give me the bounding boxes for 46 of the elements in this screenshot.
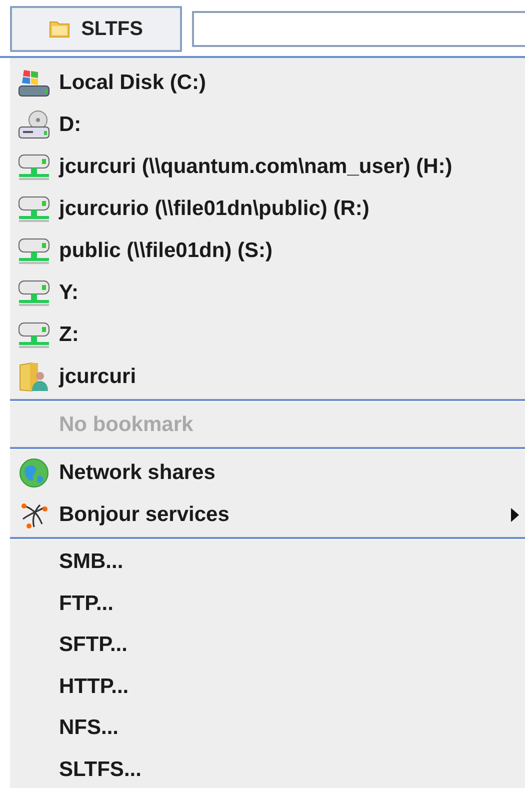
menu-item-label: Z: [59,323,80,347]
menu-item-label: Bonjour services [59,502,230,526]
menu-item-label: D: [59,113,82,137]
windows-drive-icon [18,68,50,98]
network-drive-icon [18,152,50,182]
menu-item[interactable]: Bonjour services [10,494,525,536]
network-drive-icon [18,320,50,350]
menu-item-label: SFTP... [59,633,128,658]
menu-item-label: Local Disk (C:) [59,71,208,95]
user-folder-icon [18,362,50,392]
menu-item[interactable]: Y: [10,272,525,314]
path-field[interactable] [192,11,525,47]
menu-item-label: Y: [59,281,80,305]
submenu-arrow-icon [511,508,519,522]
menu-item-label: SMB... [59,550,124,574]
menu-item[interactable]: jcurcuri (\\quantum.com\nam_user) (H:) [10,146,525,188]
menu-item-label: jcurcuri (\\quantum.com\nam_user) (H:) [59,155,454,179]
menu-item-label: NFS... [59,716,120,740]
globe-icon [18,458,50,488]
network-drive-icon [18,236,50,266]
menu-item[interactable]: SMB... [10,542,525,583]
menu-item-label: jcurcurio (\\file01dn\public) (R:) [59,197,370,221]
menu-item-label: public (\\file01dn) (S:) [59,239,274,263]
menu-item-label: No bookmark [59,412,194,437]
menu-item[interactable]: D: [10,104,525,146]
menu-item[interactable]: SFTP... [10,624,525,666]
menu-item[interactable]: Z: [10,314,525,356]
menu-item[interactable]: NFS... [10,708,525,749]
menu-item-label: Network shares [59,460,216,484]
menu-item[interactable]: FTP... [10,583,525,624]
menu-item-label: jcurcuri [59,365,138,389]
menu-item[interactable]: SLTFS... [10,749,525,788]
location-button[interactable]: SLTFS [10,6,182,52]
network-drive-icon [18,278,50,308]
network-drive-icon [18,194,50,224]
menu-item-label: HTTP... [59,674,130,699]
menu-item-label: SLTFS... [59,758,142,782]
menu-item[interactable]: public (\\file01dn) (S:) [10,230,525,272]
disc-drive-icon [18,110,50,140]
menu-item[interactable]: Local Disk (C:) [10,62,525,104]
folder-icon [49,20,72,38]
menu-item[interactable]: Network shares [10,452,525,494]
menu-item[interactable]: jcurcurio (\\file01dn\public) (R:) [10,188,525,230]
menu-item[interactable]: jcurcuri [10,356,525,398]
menu-item-label: FTP... [59,592,114,616]
menu-item[interactable]: HTTP... [10,666,525,708]
